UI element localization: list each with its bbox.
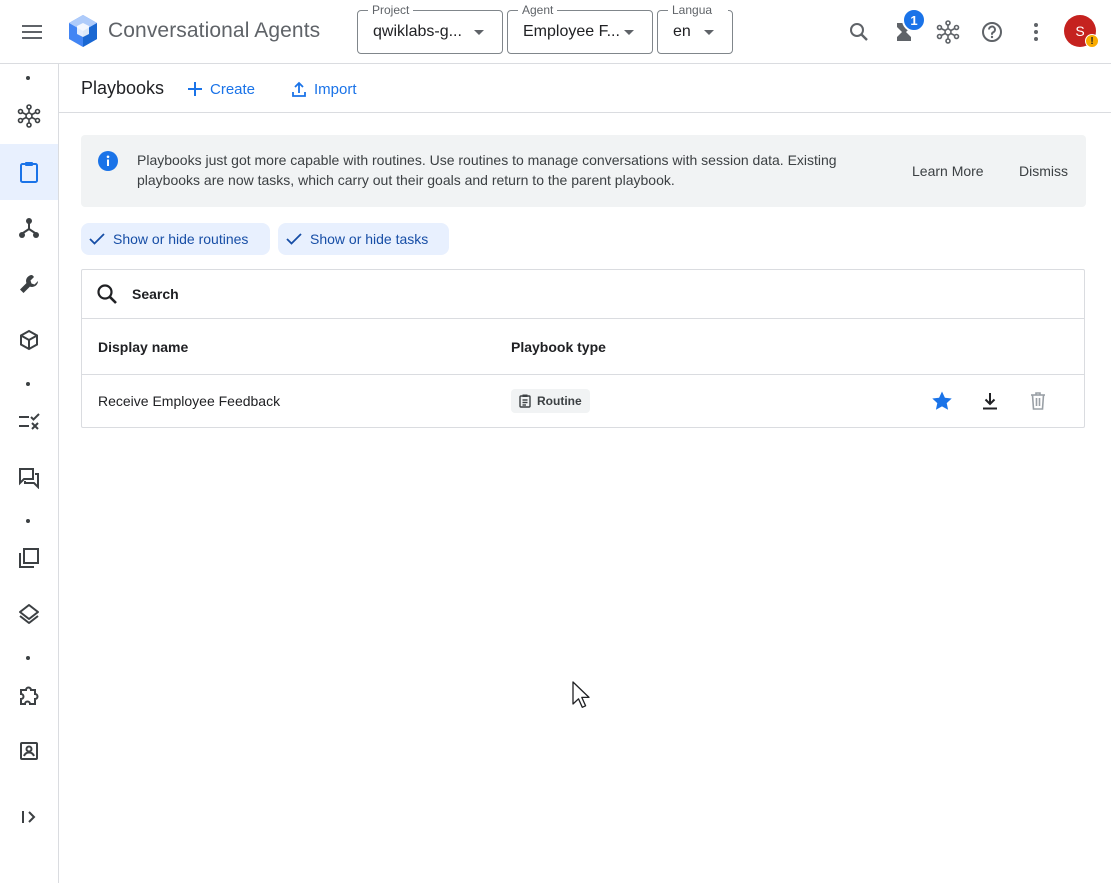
table-row[interactable]: Receive Employee Feedback Routine <box>82 375 1084 427</box>
star-icon <box>932 391 952 410</box>
show-tasks-chip[interactable]: Show or hide tasks <box>278 223 449 255</box>
top-app-bar: Conversational Agents Project qwiklabs-g… <box>0 0 1111 64</box>
show-routines-label: Show or hide routines <box>113 231 249 247</box>
table-header-row: Display name Playbook type <box>82 319 1084 375</box>
show-routines-chip[interactable]: Show or hide routines <box>81 223 270 255</box>
import-button-label: Import <box>314 80 357 98</box>
download-icon <box>983 393 997 410</box>
clipboard-icon <box>20 162 38 183</box>
import-button[interactable]: Import <box>292 78 357 100</box>
library-icon <box>19 548 39 568</box>
nav-item-generators[interactable] <box>0 586 58 642</box>
wrench-icon <box>20 275 38 293</box>
playbook-type-badge: Routine <box>511 389 590 413</box>
chevron-down-icon <box>704 30 714 35</box>
nav-item-examples[interactable] <box>0 312 58 368</box>
contact-page-icon <box>20 742 38 760</box>
nav-divider-dot <box>26 382 30 386</box>
trash-icon <box>1031 392 1045 410</box>
info-icon <box>98 151 118 171</box>
chevron-down-icon <box>474 30 484 35</box>
nav-item-tools[interactable] <box>0 256 58 312</box>
search-input[interactable] <box>132 284 1032 304</box>
conversational-agents-logo <box>68 14 98 50</box>
nav-item-agent-settings[interactable] <box>0 88 58 144</box>
column-header-playbook-type[interactable]: Playbook type <box>511 339 606 355</box>
column-header-display-name[interactable]: Display name <box>98 339 188 355</box>
agent-selector-label: Agent <box>518 3 558 17</box>
banner-message: Playbooks just got more capable with rou… <box>137 152 837 188</box>
nav-item-evaluations[interactable] <box>0 394 58 450</box>
more-options-button[interactable] <box>1018 14 1054 50</box>
agent-hub-button[interactable] <box>930 14 966 50</box>
main-menu-button[interactable] <box>14 14 50 50</box>
nav-item-conversations[interactable] <box>0 450 58 506</box>
left-navigation-rail <box>0 64 59 883</box>
language-selector-label: Langua <box>668 3 728 17</box>
layers-icon <box>19 604 39 624</box>
start-playbook-button[interactable] <box>930 389 954 413</box>
project-selector[interactable]: Project qwiklabs-g... <box>357 3 503 54</box>
hub-icon <box>17 104 41 128</box>
playbooks-table: Display name Playbook type Receive Emplo… <box>81 269 1085 428</box>
nav-item-integrations[interactable] <box>0 668 58 724</box>
check-icon <box>89 233 105 245</box>
language-selector[interactable]: Langua en <box>657 3 733 54</box>
routines-info-banner: Playbooks just got more capable with rou… <box>81 135 1086 207</box>
search-button[interactable] <box>841 14 877 50</box>
create-button[interactable]: Create <box>188 78 255 100</box>
nav-item-playbooks[interactable] <box>0 144 58 200</box>
forum-icon <box>19 468 39 489</box>
export-playbook-button[interactable] <box>978 389 1002 413</box>
notification-badge: 1 <box>902 8 926 32</box>
extension-icon <box>20 686 39 705</box>
playbook-type-label: Routine <box>537 394 582 408</box>
help-icon <box>982 22 1002 42</box>
page-header: Playbooks Create Import <box>59 64 1111 113</box>
learn-more-button[interactable]: Learn More <box>912 163 984 179</box>
account-warning-icon: ! <box>1085 34 1099 48</box>
nav-item-manage[interactable] <box>0 723 58 779</box>
routine-icon <box>519 394 531 408</box>
expand-panel-icon <box>22 811 36 823</box>
show-tasks-label: Show or hide tasks <box>310 231 429 247</box>
dismiss-button[interactable]: Dismiss <box>1019 163 1068 179</box>
playbook-name-link[interactable]: Receive Employee Feedback <box>98 393 280 409</box>
create-button-label: Create <box>210 80 256 98</box>
mouse-cursor-icon <box>572 681 592 714</box>
app-title: Conversational Agents <box>108 19 321 42</box>
expand-nav-button[interactable] <box>0 789 58 845</box>
table-search-row <box>82 270 1084 319</box>
agent-selector[interactable]: Agent Employee F... <box>507 3 653 54</box>
page-title: Playbooks <box>81 78 165 98</box>
hamburger-icon <box>22 25 42 39</box>
package-icon <box>20 329 38 351</box>
language-selector-value: en <box>673 23 691 40</box>
search-icon <box>96 283 118 310</box>
nav-divider-dot <box>26 519 30 523</box>
delete-playbook-button[interactable] <box>1026 389 1050 413</box>
check-icon <box>286 233 302 245</box>
help-button[interactable] <box>974 14 1010 50</box>
upload-icon <box>292 81 306 97</box>
nav-divider-dot <box>26 656 30 660</box>
checklist-icon <box>19 413 40 430</box>
more-vert-icon <box>1034 23 1038 41</box>
nav-divider-dot <box>26 76 30 80</box>
nav-item-data-stores[interactable] <box>0 530 58 586</box>
nav-item-flows[interactable] <box>0 200 58 256</box>
chevron-down-icon <box>624 30 634 35</box>
search-icon <box>850 23 868 41</box>
hub-icon <box>936 20 960 44</box>
agent-selector-value: Employee F... <box>523 23 620 40</box>
flow-icon <box>19 218 39 238</box>
project-selector-value: qwiklabs-g... <box>373 23 462 40</box>
add-icon <box>188 82 202 96</box>
project-selector-label: Project <box>368 3 414 17</box>
